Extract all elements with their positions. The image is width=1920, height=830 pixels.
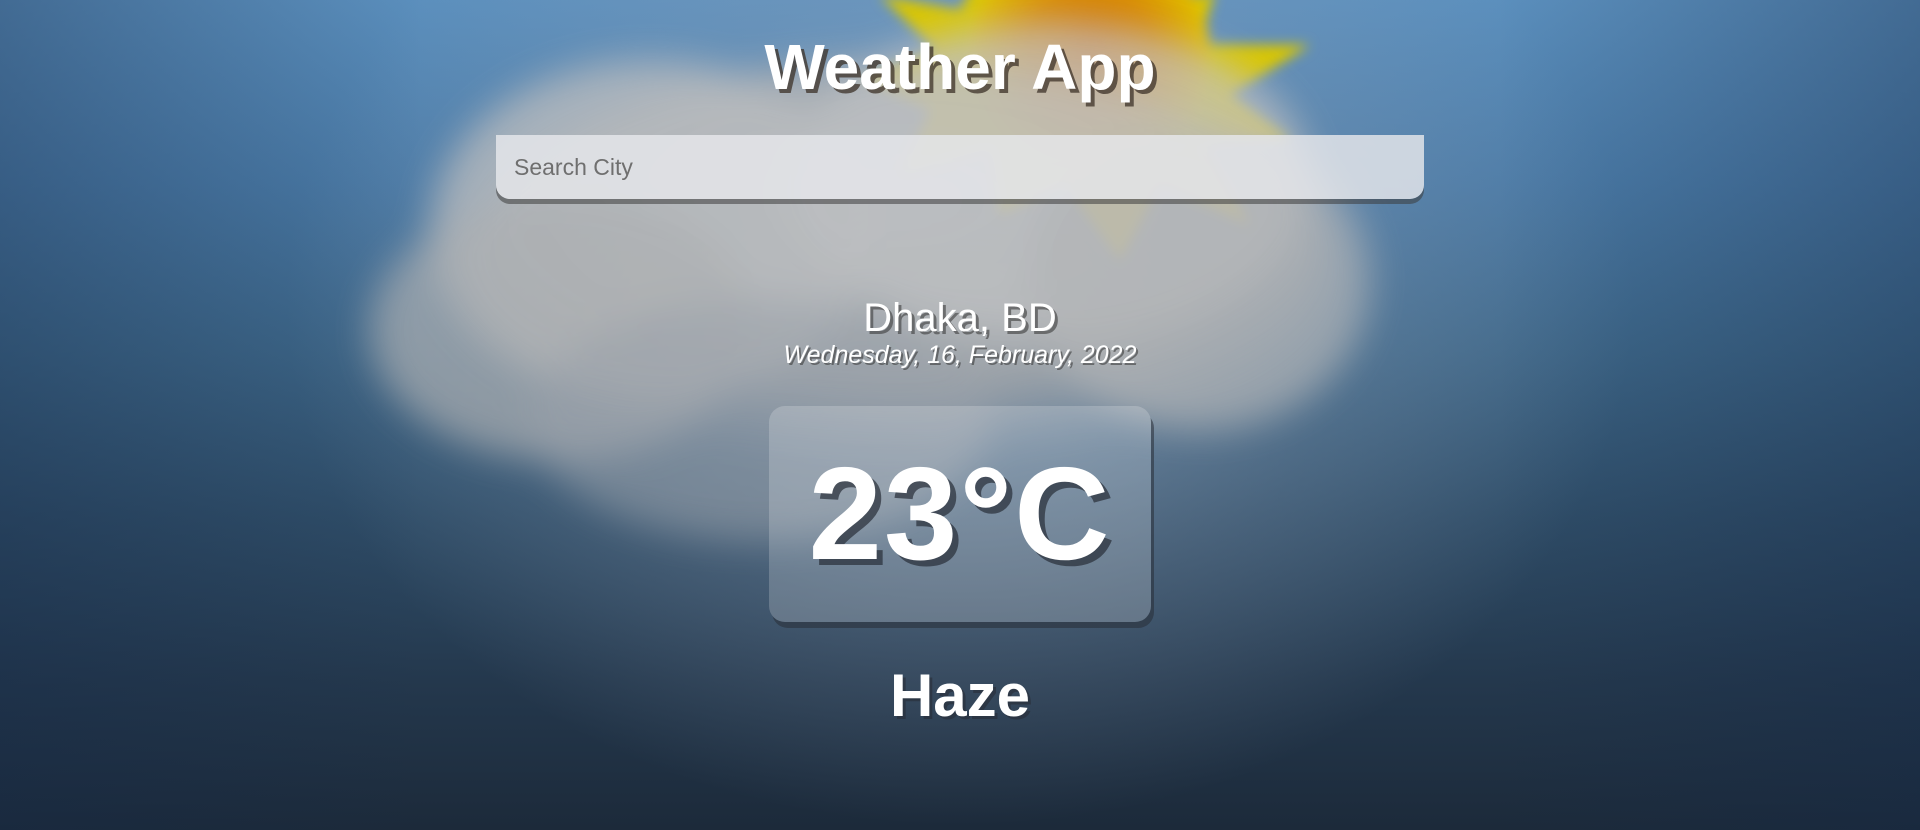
location-label: Dhaka, BD [863, 296, 1057, 340]
app-title: Weather App [764, 31, 1156, 103]
date-label: Wednesday, 16, February, 2022 [783, 341, 1137, 369]
search-input[interactable] [496, 135, 1424, 199]
weather-app: Weather App Dhaka, BD Wednesday, 16, Feb… [0, 0, 1920, 830]
temperature-card: 23°C [769, 406, 1151, 622]
weather-condition: Haze [889, 662, 1031, 729]
temperature-value: 23°C [808, 440, 1112, 587]
search-box[interactable] [496, 135, 1424, 199]
